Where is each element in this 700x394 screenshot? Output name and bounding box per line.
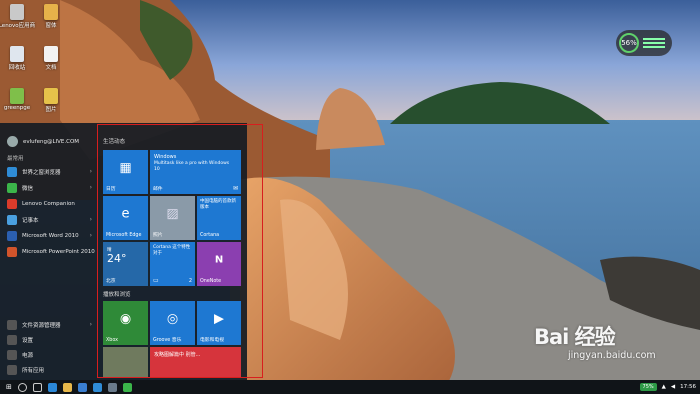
section-most-used: 最常用 (7, 155, 24, 162)
wechat-icon[interactable] (122, 382, 132, 392)
desktop-icon-recycle-bin[interactable]: 回收站 (0, 46, 34, 71)
folder-icon (44, 88, 58, 104)
wechat-icon (7, 182, 17, 193)
app-item-wechat[interactable]: 微信 › (0, 181, 96, 194)
notepad-icon (7, 214, 17, 225)
search-icon[interactable] (17, 382, 27, 392)
desktop-icon-lenovo-store[interactable]: Lenovo应用商 (0, 4, 35, 29)
app-item-notepad[interactable]: 记事本 › (0, 213, 96, 226)
word-icon (7, 230, 17, 241)
start-left-pane: evlufeng@LIVE.COM 最常用 世界之窗浏览器 › 微信 › Lenov… (0, 123, 96, 380)
edge-icon[interactable] (47, 382, 57, 392)
baidu-watermark: Bai 经验 jingyan.baidu.com (534, 325, 656, 361)
chevron-right-icon: › (89, 216, 92, 223)
task-view-icon[interactable] (32, 382, 42, 392)
app-icon (10, 88, 24, 104)
powerpoint-icon (7, 246, 17, 257)
system-tray: 75% ▲ ◀ 17:56 (639, 380, 696, 394)
list-icon (7, 364, 17, 375)
power-icon (7, 349, 17, 360)
network-icon[interactable]: ▲ (662, 384, 666, 390)
photos-icon[interactable] (107, 382, 117, 392)
app-item-powerpoint[interactable]: Microsoft PowerPoint 2010 (0, 245, 96, 258)
app-icon (10, 4, 24, 20)
highlight-box (97, 124, 263, 378)
start-button[interactable]: ⊞ (6, 383, 12, 391)
desktop-icon-folder[interactable]: 窗体 (34, 4, 68, 29)
browser-icon[interactable] (92, 382, 102, 392)
folder-icon[interactable] (62, 382, 72, 392)
app-item-browser[interactable]: 世界之窗浏览器 › (0, 165, 96, 178)
lenovo-icon (7, 198, 17, 209)
chevron-right-icon: › (89, 168, 92, 175)
folder-icon (44, 4, 58, 20)
desktop-icon-pictures[interactable]: 图片 (34, 88, 68, 113)
app-item-word[interactable]: Microsoft Word 2010 › (0, 229, 96, 242)
gear-icon (7, 334, 17, 345)
desktop-icon-greenpge[interactable]: greenpge (0, 88, 34, 111)
cpu-gauge: 56% (619, 33, 639, 53)
folder-icon (7, 319, 17, 330)
store-icon[interactable] (77, 382, 87, 392)
clock[interactable]: 17:56 (680, 384, 696, 390)
settings-button[interactable]: 设置 (0, 333, 96, 346)
avatar (7, 136, 18, 147)
power-button[interactable]: 电源 (0, 348, 96, 361)
battery-indicator[interactable]: 75% (639, 383, 657, 391)
all-apps-button[interactable]: 所有应用 (0, 363, 96, 376)
recycle-bin-icon (10, 46, 24, 62)
system-monitor-widget[interactable]: 56% (616, 30, 672, 56)
network-stats (643, 38, 665, 48)
volume-icon[interactable]: ◀ (671, 384, 675, 390)
browser-icon (7, 166, 17, 177)
chevron-right-icon: › (89, 321, 92, 328)
taskbar: ⊞ 75% ▲ ◀ 17:56 (0, 380, 700, 394)
file-explorer-button[interactable]: 文件资源管理器 › (0, 318, 96, 331)
document-icon (44, 46, 58, 62)
user-account[interactable]: evlufeng@LIVE.COM (0, 135, 96, 148)
app-item-lenovo-companion[interactable]: Lenovo Companion (0, 197, 96, 210)
chevron-right-icon: › (89, 232, 92, 239)
desktop-icon-document[interactable]: 文档 (34, 46, 68, 71)
chevron-right-icon: › (89, 184, 92, 191)
